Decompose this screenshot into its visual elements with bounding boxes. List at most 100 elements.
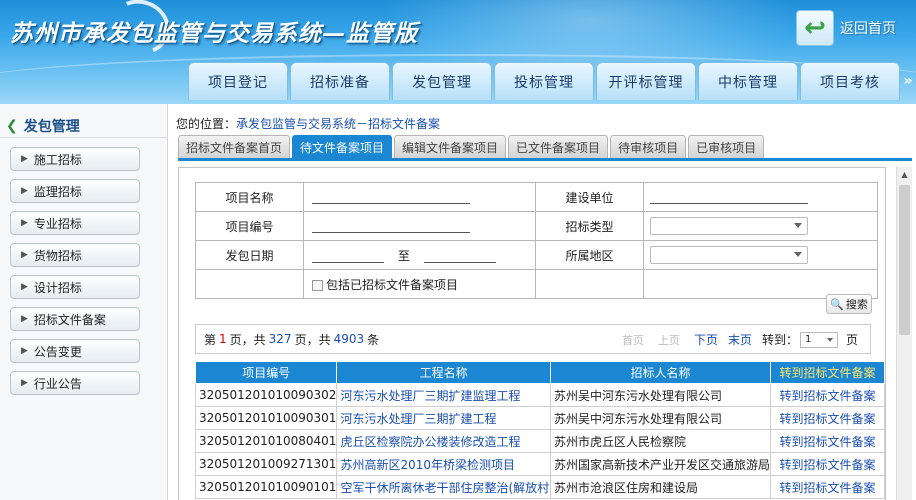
sidebar-item-label: 专业招标 [33,216,82,231]
nav-tab-tender[interactable]: 投标管理 [494,62,594,100]
sidebar-item-construction[interactable]: ▶ 施工招标 [10,147,140,171]
cell-project-link[interactable]: 苏州高新区2010年桥梁检测项目 [336,452,551,476]
table-row: 320501201010080401 虎丘区检察院办公楼装修改造工程 苏州市虎丘… [194,429,886,453]
next-page-link[interactable]: 下页 [694,331,718,348]
sidebar-item-specialty[interactable]: ▶ 专业招标 [10,211,140,235]
search-button[interactable]: 🔍 搜索 [826,294,872,314]
return-arrow-icon: ↩ [796,10,834,46]
arrow-right-icon: ▶ [21,378,28,388]
tab-edit-filing[interactable]: 编辑文件备案项目 [394,135,507,158]
sidebar-title: 发包管理 [23,118,80,135]
search-form: 项目名称 建设单位 项目编号 招标类型 发包日期 至 所属地区 包括已招标文件备… [195,182,878,299]
include-filed-checkbox[interactable] [312,279,323,291]
nav-more-icon[interactable]: » [900,62,916,100]
region-select[interactable] [650,246,808,264]
goto-filing-link[interactable]: 转到招标文件备案 [769,429,886,453]
goto-page-select[interactable]: 1 [799,331,838,348]
bid-type-select[interactable] [650,217,808,235]
total-records: 4903 [333,332,365,346]
dropdown-caret-icon [794,223,802,228]
home-label: 返回首页 [840,21,896,37]
search-button-label: 搜索 [845,298,868,311]
arrow-right-icon: ▶ [21,218,28,228]
goto-label: 转到： [761,333,798,347]
project-name-input[interactable] [312,190,470,205]
goto-filing-link[interactable]: 转到招标文件备案 [769,452,886,476]
builder-cell [643,182,878,212]
last-page-link[interactable]: 末页 [728,331,752,348]
nav-tab-bid-prep[interactable]: 招标准备 [290,62,390,100]
goto-filing-link[interactable]: 转到招标文件备案 [769,406,886,430]
vertical-scrollbar[interactable]: ▲ [896,167,912,500]
sidebar-item-label: 公告变更 [33,344,82,359]
cell-unit: 苏州吴中河东污水处理有限公司 [549,406,771,430]
nav-tab-award[interactable]: 中标管理 [698,62,798,100]
date-to-input[interactable] [423,249,496,263]
tab-pending-filing[interactable]: 待文件备案项目 [292,135,393,158]
sidebar-item-bid-doc-filing[interactable]: ▶ 招标文件备案 [10,307,140,331]
scroll-thumb[interactable] [899,185,910,335]
sidebar-item-label: 设计招标 [33,280,82,295]
arrow-right-icon: ▶ [21,346,28,356]
bid-type-label: 招标类型 [535,211,644,241]
sidebar-item-supervision[interactable]: ▶ 监理招标 [10,179,140,203]
app-title: 苏州市承发包监管与交易系统—监管版 [10,20,418,47]
sidebar-item-goods[interactable]: ▶ 货物招标 [10,243,140,267]
sidebar-item-design[interactable]: ▶ 设计招标 [10,275,140,299]
sidebar-item-industry-notice[interactable]: ▶ 行业公告 [10,371,140,395]
tab-pending-review[interactable]: 待审核项目 [610,135,687,158]
empty-cell [195,269,304,299]
goto-filing-link[interactable]: 转到招标文件备案 [769,383,886,407]
pager-text: 第 [204,332,217,347]
header-banner: 苏州市承发包监管与交易系统—监管版 ↩ 返回首页 项目登记 招标准备 发包管理 … [0,0,916,104]
arrow-right-icon: ▶ [21,154,28,164]
pagination-bar: 第 1 页，共 327 页，共 4903 条 首页 上页 下页 末页 转到： 1… [195,324,871,354]
nav-tab-register[interactable]: 项目登记 [188,62,288,100]
builder-input[interactable] [650,190,808,205]
first-page-link[interactable]: 首页 [622,332,644,348]
content-panel: 项目名称 建设单位 项目编号 招标类型 发包日期 至 所属地区 包括已招标文件备… [178,167,886,500]
pager-controls: 首页 上页 下页 末页 转到： 1 页 [622,331,858,348]
issue-date-cell: 至 [303,240,536,270]
cell-project-link[interactable]: 河东污水处理厂三期扩建工程 [336,406,551,430]
cell-code: 320501201009271301 [194,452,338,476]
col-header-name: 工程名称 [336,361,551,384]
project-code-input[interactable] [312,219,470,234]
include-filed-cell: 包括已招标文件备案项目 [303,269,536,299]
empty-cell [535,269,644,299]
breadcrumb-path[interactable]: 承发包监管与交易系统－招标文件备案 [236,117,440,131]
sub-tabs: 招标文件备案首页 待文件备案项目 编辑文件备案项目 已文件备案项目 待审核项目 … [178,135,766,158]
cell-project-link[interactable]: 河东污水处理厂三期扩建监理工程 [336,383,551,407]
prev-page-link[interactable]: 上页 [658,332,680,348]
pager-text: 页，共 [294,332,331,347]
table-row: 320501201010090101 空军干休所离休老干部住房整治(解放村 苏州… [194,475,886,499]
col-header-action: 转到招标文件备案 [769,361,886,384]
project-code-label: 项目编号 [195,211,304,241]
goto-page-value: 1 [804,333,812,345]
region-label: 所属地区 [535,240,644,270]
tab-reviewed[interactable]: 已审核项目 [688,135,765,158]
sidebar-item-label: 施工招标 [33,152,82,167]
tab-filed[interactable]: 已文件备案项目 [508,135,609,158]
cell-project-link[interactable]: 空军干休所离休老干部住房整治(解放村 [336,475,551,499]
builder-label: 建设单位 [535,182,644,212]
date-from-input[interactable] [312,249,384,263]
home-button[interactable]: ↩ 返回首页 [796,8,908,48]
tab-filing-home[interactable]: 招标文件备案首页 [178,135,291,158]
nav-tab-contract[interactable]: 发包管理 [392,62,492,100]
bid-type-cell [643,211,878,241]
col-header-unit: 招标人名称 [549,361,771,384]
scroll-up-icon[interactable]: ▲ [897,167,912,182]
nav-tab-evaluation[interactable]: 开评标管理 [596,62,696,100]
sidebar-item-notice-change[interactable]: ▶ 公告变更 [10,339,140,363]
nav-tab-assessment[interactable]: 项目考核 [800,62,900,100]
project-name-label: 项目名称 [195,182,304,212]
total-pages: 327 [268,332,292,346]
include-filed-label: 包括已招标文件备案项目 [326,277,459,292]
goto-filing-link[interactable]: 转到招标文件备案 [769,475,886,499]
cell-project-link[interactable]: 虎丘区检察院办公楼装修改造工程 [336,429,551,453]
pager-text: 页，共 [229,332,266,347]
cell-unit: 苏州市沧浪区住房和建设局 [549,475,771,499]
col-header-code: 项目编号 [194,361,338,384]
search-icon: 🔍 [830,297,844,311]
